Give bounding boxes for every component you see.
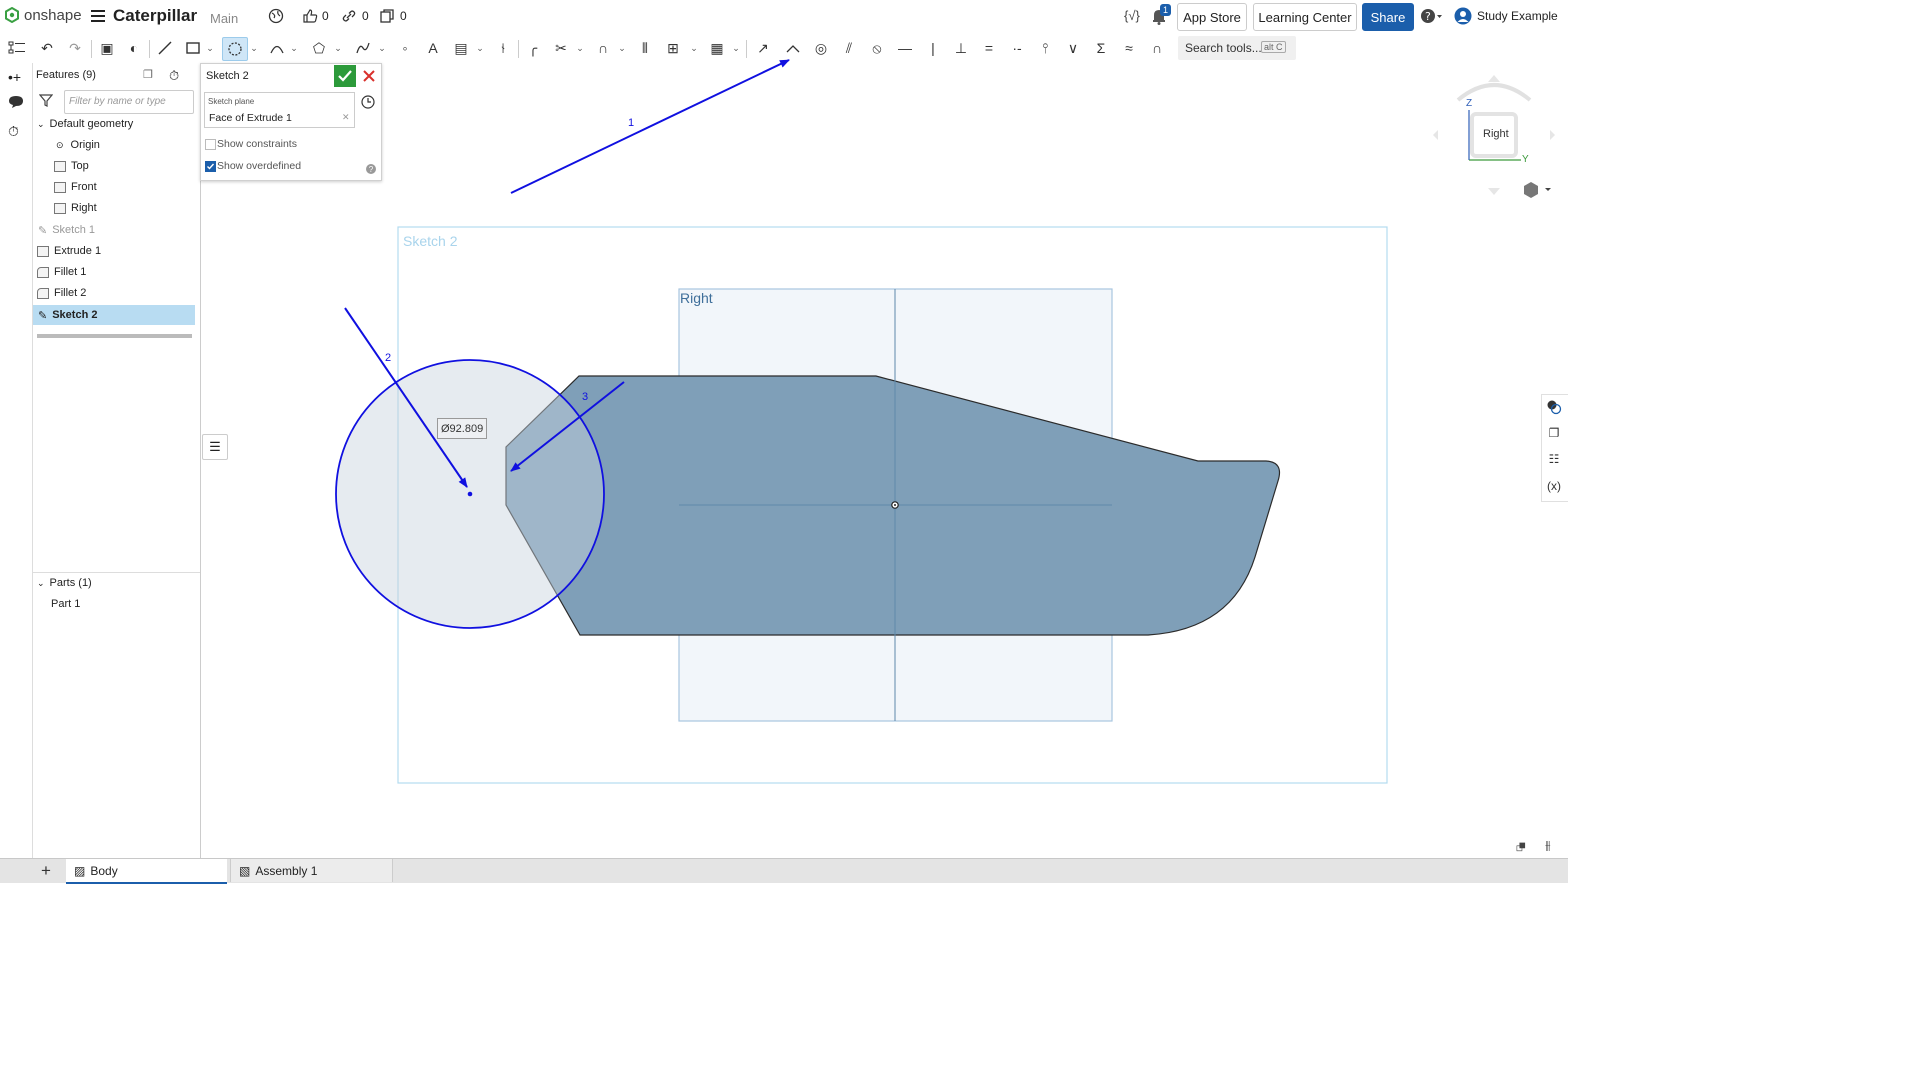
tab-assembly-1[interactable]: ▧ Assembly 1 [230,859,393,882]
check-icon [338,70,352,82]
circle-center-point [467,491,473,497]
clear-selection-icon[interactable]: ✕ [342,112,350,123]
plane-name-label: Right [680,290,713,306]
show-overdefined-checkbox[interactable] [205,161,216,172]
close-icon [363,70,375,82]
configurations-icon[interactable]: ❐ [1545,424,1563,442]
variable-table-icon[interactable]: (x) [1545,477,1563,495]
tab-assembly-label: Assembly 1 [255,863,318,878]
annotation-label-2: 2 [385,352,392,364]
part-studio-icon: ▨ [74,863,86,878]
appearance-icon[interactable] [1545,398,1563,416]
show-constraints-label: Show constraints [217,138,297,150]
tab-body[interactable]: ▨ Body [66,859,227,884]
show-constraints-checkbox[interactable] [205,139,216,150]
assembly-icon: ▧ [239,863,251,878]
sketch-plane-value: Face of Extrude 1 [209,112,292,124]
axis-y-label: Y [1522,154,1529,165]
annotation-arrow-1 [510,59,790,194]
annotation-label-1: 1 [628,117,635,129]
view-cube-menu-icon [1524,182,1551,198]
cancel-button[interactable] [361,67,377,85]
sketch-plane-field[interactable]: Sketch plane Face of Extrude 1 ✕ [204,92,355,128]
sketch-name-label: Sketch 2 [403,233,458,249]
clock-icon[interactable] [361,95,375,109]
tab-bar: + ▨ Body ▧ Assembly 1 [0,858,1568,884]
checkmark-icon [207,163,215,170]
section-view-icon[interactable]: ⮻ [1516,838,1526,859]
add-tab-button[interactable]: + [32,859,60,882]
measure-icon[interactable]: ⫵ [1545,838,1551,853]
axis-z-label: Z [1466,98,1473,109]
diameter-dimension[interactable]: Ø92.809 [437,418,488,439]
annotation-label-3: 3 [582,391,589,403]
view-cube-face-label[interactable]: Right [1483,128,1509,140]
sketch-plane-label: Sketch plane [208,97,255,106]
sketch-dialog: Sketch 2 Sketch plane Face of Extrude 1 … [200,63,382,181]
show-overdefined-label: Show overdefined [217,160,302,172]
confirm-button[interactable] [334,65,356,87]
tab-body-label: Body [90,863,118,878]
help-icon[interactable]: ? [366,164,376,174]
bom-icon[interactable]: ☷ [1545,450,1563,468]
dialog-title: Sketch 2 [206,70,249,82]
